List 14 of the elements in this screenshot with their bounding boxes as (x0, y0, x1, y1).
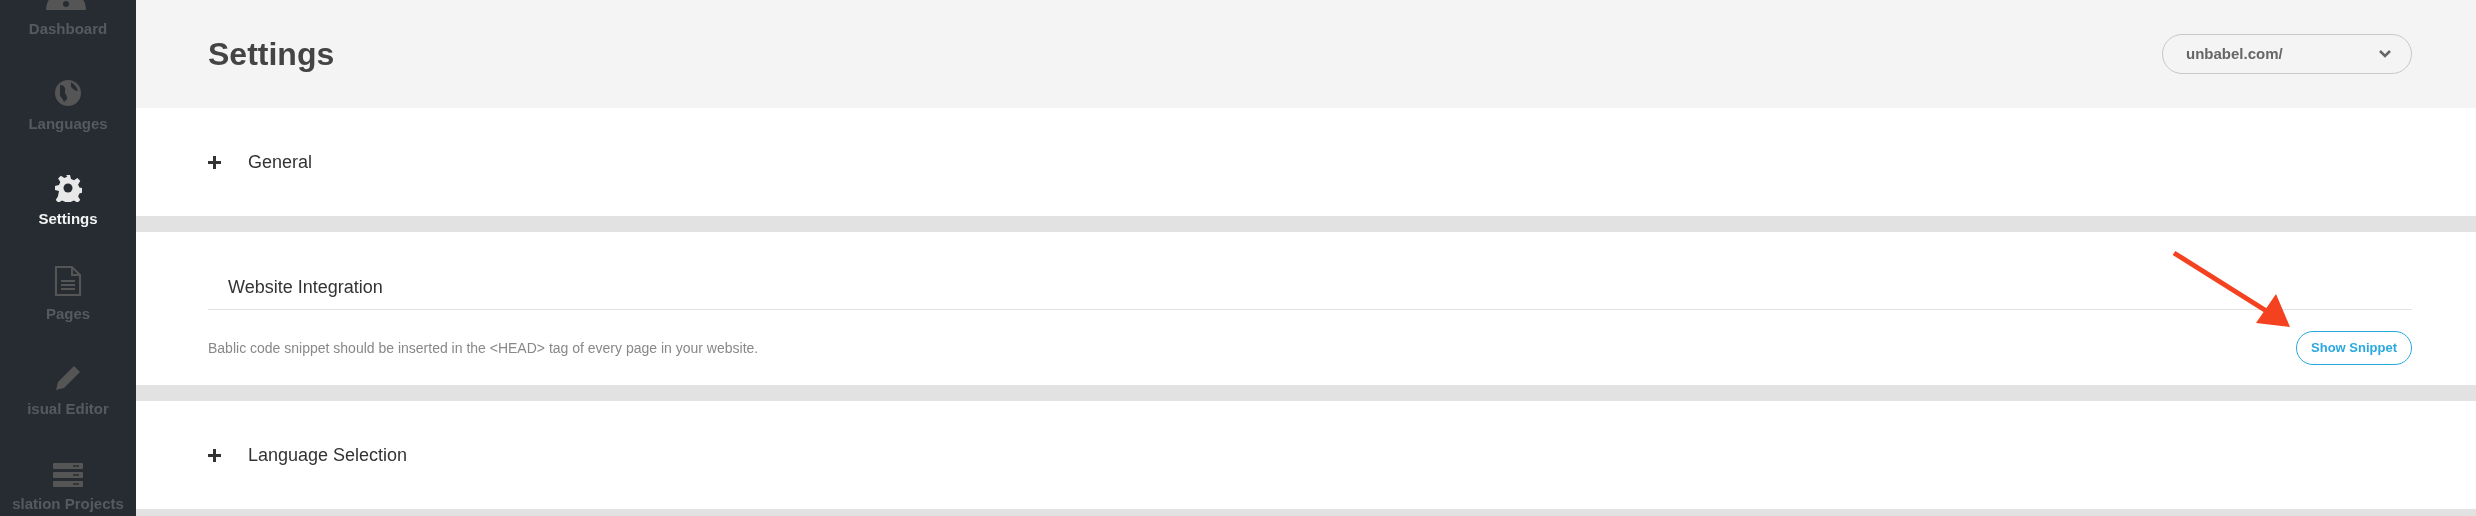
sidebar-item[interactable]: Settings (38, 208, 98, 231)
section-title: Website Integration (228, 277, 383, 297)
document-icon (54, 265, 82, 298)
section-header[interactable]: General (208, 148, 313, 176)
section-header[interactable]: Language Selection (208, 441, 408, 469)
pencil-icon (54, 364, 82, 393)
description: Bablic code snippet should be inserted in the <HEAD> tag of every page in your website. (208, 338, 759, 358)
chevron-down-icon (2379, 50, 2391, 58)
plus-icon (208, 155, 221, 169)
gear-icon (54, 174, 82, 203)
server-icon (53, 463, 83, 488)
page-title: Settings (208, 35, 335, 74)
globe-icon (54, 79, 82, 108)
plus-icon (208, 448, 221, 462)
